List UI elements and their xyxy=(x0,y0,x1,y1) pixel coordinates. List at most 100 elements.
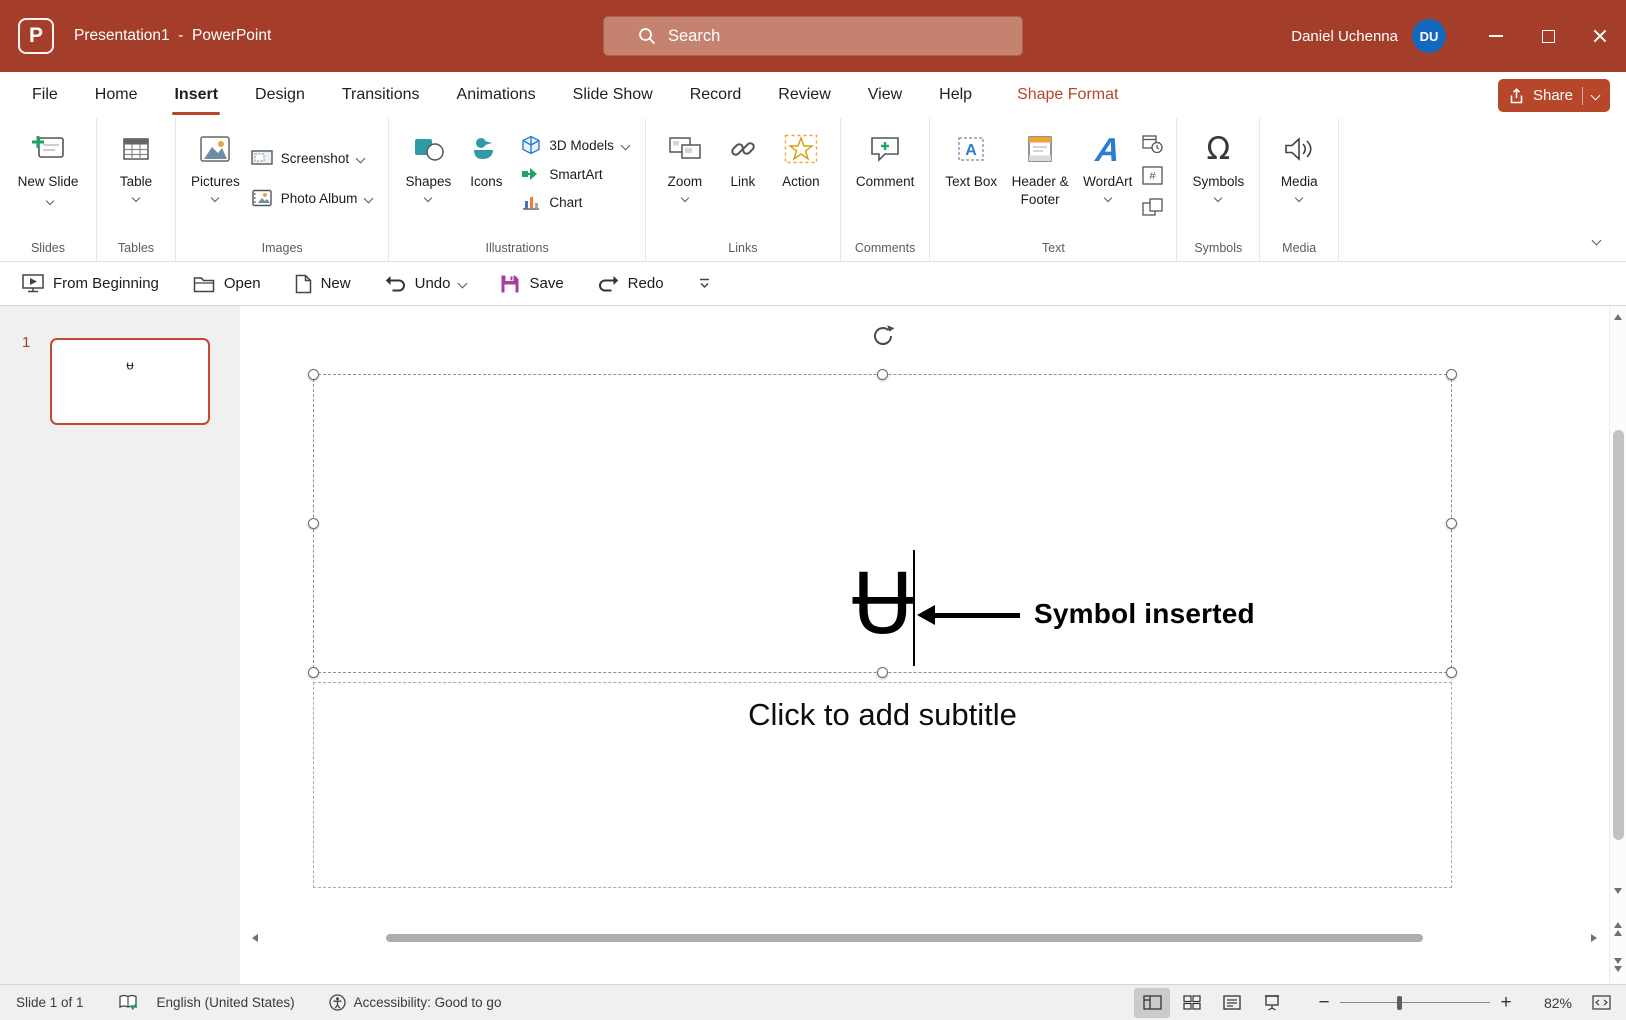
tab-record[interactable]: Record xyxy=(688,72,744,118)
slide-sorter-view-button[interactable] xyxy=(1174,988,1210,1018)
horizontal-scrollbar-thumb[interactable] xyxy=(386,934,1423,942)
date-time-button[interactable] xyxy=(1139,130,1166,157)
resize-handle-bottom-middle[interactable] xyxy=(877,667,888,678)
photo-album-button[interactable]: Photo Album xyxy=(245,178,379,218)
from-beginning-button[interactable]: From Beginning xyxy=(22,274,159,293)
slide-thumbnail[interactable]: Ʉ xyxy=(50,338,210,425)
resize-handle-top-right[interactable] xyxy=(1446,369,1457,380)
save-button[interactable]: Save xyxy=(500,274,563,294)
zoom-percentage[interactable]: 82% xyxy=(1528,995,1572,1011)
close-button[interactable] xyxy=(1574,0,1626,72)
group-label-illustrations: Illustrations xyxy=(389,241,645,255)
qat-overflow-button[interactable] xyxy=(698,277,711,290)
rotate-handle-icon[interactable] xyxy=(870,323,896,354)
previous-slide-button[interactable] xyxy=(1610,920,1626,938)
search-input[interactable]: Search xyxy=(603,16,1023,56)
svg-text:A: A xyxy=(966,142,978,159)
action-label: Action xyxy=(782,174,820,189)
redo-button[interactable]: Redo xyxy=(598,274,664,293)
screenshot-button[interactable]: Screenshot xyxy=(245,138,379,178)
slide-number-button[interactable]: # xyxy=(1139,162,1166,189)
scroll-up-arrow[interactable] xyxy=(1610,308,1626,326)
tab-help[interactable]: Help xyxy=(937,72,974,118)
zoom-in-button[interactable]: + xyxy=(1494,992,1518,1014)
chevron-down-icon xyxy=(1214,193,1222,201)
new-slide-icon xyxy=(30,128,66,170)
tab-animations[interactable]: Animations xyxy=(455,72,538,118)
subtitle-placeholder[interactable]: Click to add subtitle xyxy=(313,682,1452,888)
new-slide-button[interactable]: New Slide xyxy=(10,122,86,210)
header-footer-button[interactable]: Header & Footer xyxy=(1002,122,1078,210)
maximize-button[interactable] xyxy=(1522,0,1574,72)
powerpoint-logo-icon: P xyxy=(18,18,54,54)
vertical-scrollbar[interactable] xyxy=(1609,306,1626,984)
new-button[interactable]: New xyxy=(295,274,351,294)
share-button[interactable]: Share xyxy=(1498,79,1610,112)
tab-transitions[interactable]: Transitions xyxy=(340,72,422,118)
smartart-button[interactable]: SmartArt xyxy=(515,160,635,188)
horizontal-scrollbar[interactable] xyxy=(246,929,1603,946)
tab-home[interactable]: Home xyxy=(93,72,140,118)
resize-handle-top-middle[interactable] xyxy=(877,369,888,380)
tab-design[interactable]: Design xyxy=(253,72,307,118)
text-box-button[interactable]: A Text Box xyxy=(940,122,1002,193)
resize-handle-bottom-right[interactable] xyxy=(1446,667,1457,678)
open-button[interactable]: Open xyxy=(193,275,261,293)
photo-album-icon xyxy=(251,189,273,207)
tab-insert[interactable]: Insert xyxy=(172,72,220,118)
resize-handle-middle-left[interactable] xyxy=(308,518,319,529)
normal-view-button[interactable] xyxy=(1134,988,1170,1018)
chevron-down-icon[interactable] xyxy=(1591,91,1601,101)
zoom-slider-handle[interactable] xyxy=(1397,996,1402,1010)
text-cursor xyxy=(913,550,915,666)
resize-handle-top-left[interactable] xyxy=(308,369,319,380)
comment-button[interactable]: Comment xyxy=(851,122,920,193)
tab-shape-format[interactable]: Shape Format xyxy=(1015,72,1120,118)
pictures-button[interactable]: Pictures xyxy=(186,122,245,203)
chart-button[interactable]: Chart xyxy=(515,188,635,216)
language-button[interactable]: English (United States) xyxy=(157,995,295,1010)
chevron-down-icon[interactable] xyxy=(458,279,468,289)
avatar[interactable]: DU xyxy=(1412,19,1446,53)
ribbon: New Slide Slides Table Tables xyxy=(0,118,1626,262)
slideshow-view-button[interactable] xyxy=(1254,988,1290,1018)
resize-handle-middle-right[interactable] xyxy=(1446,518,1457,529)
fit-slide-to-window-button[interactable] xyxy=(1586,988,1616,1018)
icons-button[interactable]: Icons xyxy=(457,122,515,193)
table-button[interactable]: Table xyxy=(107,122,165,203)
tab-slide-show[interactable]: Slide Show xyxy=(571,72,655,118)
collapse-ribbon-button[interactable] xyxy=(1593,231,1600,249)
wordart-button[interactable]: A WordArt xyxy=(1078,122,1137,203)
next-slide-button[interactable] xyxy=(1610,956,1626,974)
tab-view[interactable]: View xyxy=(866,72,904,118)
zoom-slider[interactable] xyxy=(1340,989,1490,1017)
link-button[interactable]: Link xyxy=(714,122,772,193)
zoom-button[interactable]: Zoom xyxy=(656,122,714,203)
redo-icon xyxy=(598,274,619,293)
accessibility-button[interactable]: Accessibility: Good to go xyxy=(329,994,502,1011)
minimize-button[interactable] xyxy=(1470,0,1522,72)
share-label: Share xyxy=(1533,87,1573,104)
scroll-down-arrow[interactable] xyxy=(1610,882,1626,900)
zoom-out-button[interactable]: − xyxy=(1312,992,1336,1014)
chevron-down-icon xyxy=(620,140,630,150)
media-button[interactable]: Media xyxy=(1270,122,1328,203)
undo-label: Undo xyxy=(415,275,451,292)
slide-canvas[interactable]: Ʉ Symbol inserted Click to add subtitle xyxy=(240,306,1609,984)
object-button[interactable] xyxy=(1139,194,1166,221)
action-button[interactable]: Action xyxy=(772,122,830,193)
vertical-scrollbar-thumb[interactable] xyxy=(1613,430,1624,840)
resize-handle-bottom-left[interactable] xyxy=(308,667,319,678)
group-label-links: Links xyxy=(646,241,840,255)
tab-file[interactable]: File xyxy=(30,72,60,118)
scroll-right-arrow[interactable] xyxy=(1587,931,1601,944)
scroll-left-arrow[interactable] xyxy=(248,931,262,944)
shapes-button[interactable]: Shapes xyxy=(399,122,457,203)
symbols-button[interactable]: Ω Symbols xyxy=(1187,122,1249,203)
3d-models-button[interactable]: 3D Models xyxy=(515,130,635,160)
reading-view-button[interactable] xyxy=(1214,988,1250,1018)
undo-button[interactable]: Undo xyxy=(385,274,467,293)
tab-review[interactable]: Review xyxy=(776,72,832,118)
spellcheck-button[interactable] xyxy=(118,994,139,1011)
user-name[interactable]: Daniel Uchenna xyxy=(1291,28,1398,45)
